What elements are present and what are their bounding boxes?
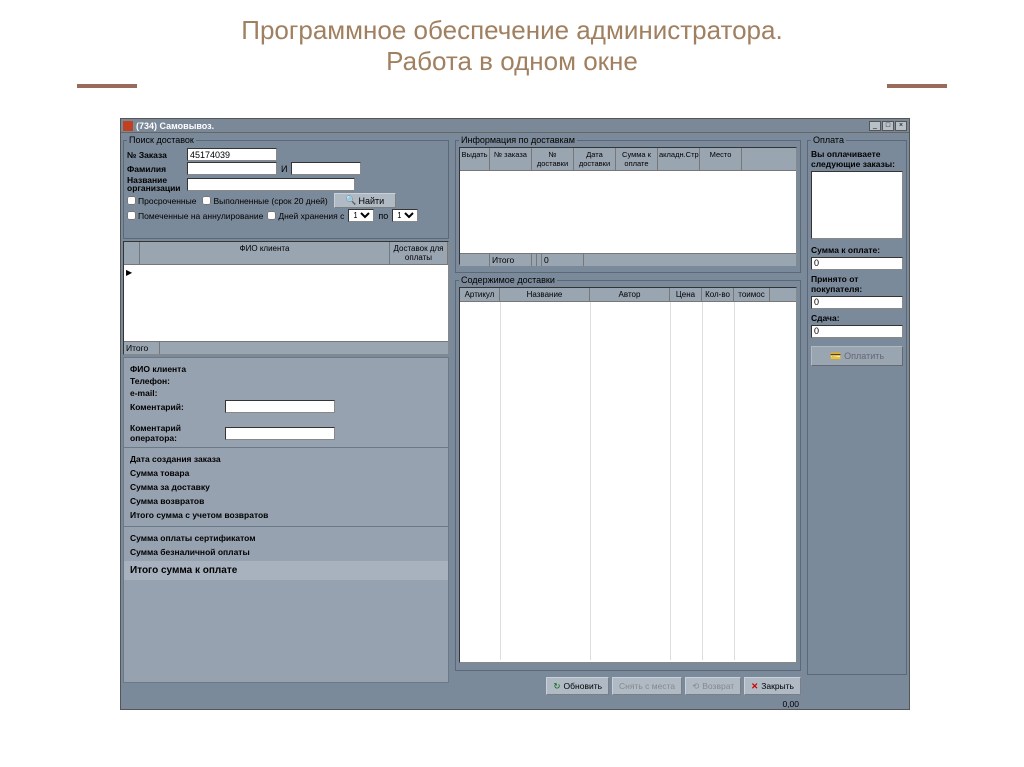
return-button[interactable]: ⟲Возврат [685, 677, 741, 695]
search-icon: 🔍 [345, 195, 356, 206]
refresh-icon: ↻ [553, 681, 560, 692]
col-fio: ФИО клиента [140, 242, 390, 264]
overdue-checkbox[interactable]: Просроченные [127, 196, 196, 206]
total-sum: Итого сумма к оплате [124, 561, 448, 580]
deliveries-grid[interactable]: Выдать № заказа № доставки Дата доставки… [459, 147, 797, 265]
done-checkbox[interactable]: Выполненные (срок 20 дней) [202, 196, 327, 206]
window-title: (734) Самовывоз. [136, 121, 869, 131]
order-input[interactable] [187, 148, 277, 161]
col-pay: Доставок для оплаты [390, 242, 448, 264]
row-marker-icon: ▶ [126, 268, 132, 277]
days-checkbox[interactable]: Дней хранения с [267, 211, 344, 221]
op-comment-input[interactable] [225, 427, 335, 440]
search-legend: Поиск доставок [127, 135, 196, 145]
org-label: Название организации [127, 176, 187, 192]
close-icon: ✕ [751, 681, 758, 692]
days-from-select[interactable]: 10 [348, 209, 374, 222]
surname-input[interactable] [187, 162, 277, 175]
app-window: (734) Самовывоз. _ □ × Поиск доставок № … [120, 118, 910, 710]
pay-icon: 💳 [830, 351, 841, 362]
change-value: 0 [811, 325, 903, 338]
comment-input[interactable] [225, 400, 335, 413]
contents-panel: Содержимое доставки Артикул Название Авт… [455, 275, 801, 671]
received-input[interactable]: 0 [811, 296, 903, 309]
find-button[interactable]: 🔍Найти [334, 193, 396, 208]
clients-grid[interactable]: ФИО клиента Доставок для оплаты ▶ Итого [123, 241, 449, 355]
deliveries-panel: Информация по доставкам Выдать № заказа … [455, 135, 801, 273]
orders-listbox[interactable] [811, 171, 903, 239]
maximize-button[interactable]: □ [882, 121, 894, 131]
and-label: И [281, 164, 287, 174]
back-icon: ⟲ [692, 681, 699, 692]
slide-divider [0, 84, 1024, 88]
client-details: ФИО клиента Телефон: e-mail: Коментарий:… [123, 357, 449, 683]
days-to-select[interactable]: 10 [392, 209, 418, 222]
app-icon [123, 121, 133, 131]
refresh-button[interactable]: ↻Обновить [546, 677, 609, 695]
titlebar: (734) Самовывоз. _ □ × [121, 119, 909, 133]
surname-label: Фамилия [127, 164, 187, 174]
take-button[interactable]: Снять с места [612, 677, 682, 695]
search-panel: Поиск доставок № Заказа Фамилия И Назван… [123, 135, 449, 239]
pay-button[interactable]: 💳Оплатить [811, 346, 903, 366]
contents-grid[interactable]: Артикул Название Автор Цена Кол-во тоимо… [459, 287, 797, 663]
close-button[interactable]: ✕Закрыть [744, 677, 801, 695]
sum-value: 0 [811, 257, 903, 270]
order-label: № Заказа [127, 150, 187, 160]
org-input[interactable] [187, 178, 355, 191]
slide-title: Программное обеспечение администратора. … [0, 0, 1024, 82]
clients-total: Итого [124, 342, 160, 354]
contents-sum: 0,00 [453, 699, 803, 709]
payment-panel: Оплата Вы оплачиваете следующие заказы: … [807, 135, 907, 675]
minimize-button[interactable]: _ [869, 121, 881, 131]
action-buttons: ↻Обновить Снять с места ⟲Возврат ✕Закрыт… [453, 673, 803, 699]
close-window-button[interactable]: × [895, 121, 907, 131]
cancel-checkbox[interactable]: Помеченные на аннулирование [127, 211, 263, 221]
initials-input[interactable] [291, 162, 361, 175]
